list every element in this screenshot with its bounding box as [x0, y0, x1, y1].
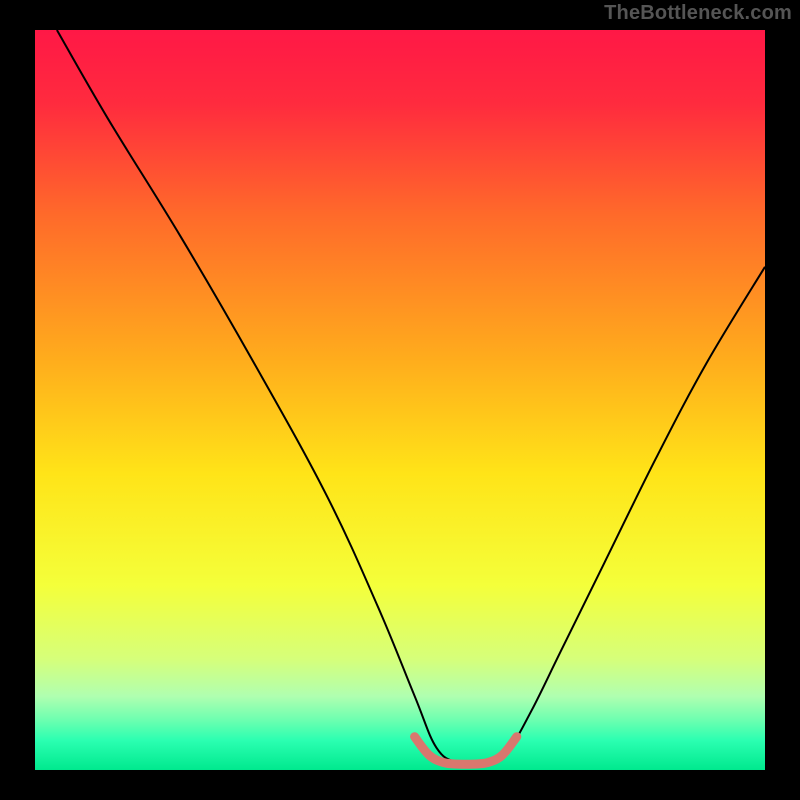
watermark-text: TheBottleneck.com: [604, 2, 792, 25]
chart-frame: TheBottleneck.com: [0, 0, 800, 800]
bottleneck-chart: [0, 0, 800, 800]
